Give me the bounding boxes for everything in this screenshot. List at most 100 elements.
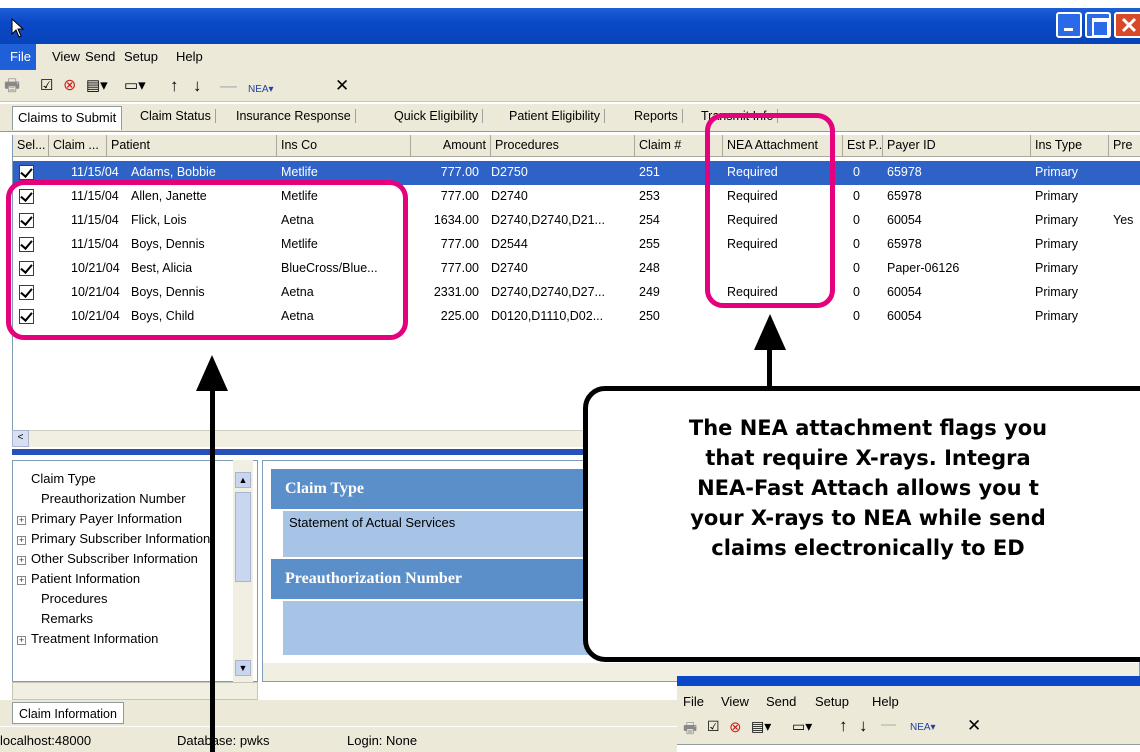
col-header[interactable]: Ins Type (1031, 135, 1109, 157)
row-checkbox[interactable] (19, 165, 34, 180)
payer-id: Paper-06126 (887, 261, 960, 275)
close-button[interactable] (1114, 12, 1140, 38)
preauth-value[interactable] (283, 601, 601, 655)
menu-view[interactable]: View (52, 49, 80, 64)
tree-horizontal-scrollbar[interactable] (12, 682, 258, 700)
menu-setup[interactable]: Setup (124, 49, 158, 64)
scroll-down-arrow-icon[interactable]: ▼ (235, 660, 251, 676)
col-header[interactable]: Pre (1109, 135, 1140, 157)
expand-icon[interactable]: + (17, 576, 26, 585)
tab-reports[interactable]: Reports (630, 109, 683, 123)
delete-icon[interactable]: ✕ (335, 76, 349, 96)
claim-number: 250 (639, 309, 660, 323)
tree-item[interactable]: Procedures (41, 591, 107, 606)
ins-type: Primary (1035, 309, 1079, 323)
highlight-claim-rows (6, 180, 408, 340)
tab-claim-information[interactable]: Claim Information (12, 702, 124, 724)
move-up-icon[interactable]: ↑ (170, 76, 179, 96)
menu-setup[interactable]: Setup (815, 694, 849, 709)
move-down-icon[interactable]: ↓ (859, 716, 868, 736)
toolbar: 🖶 ☑ ⊗ ▤▾ ▭▾ ↑ ↓ — NEA▾ ✕ (0, 70, 1140, 102)
tree-item[interactable]: Remarks (41, 611, 93, 626)
move-up-icon[interactable]: ↑ (839, 716, 848, 736)
ins-type: Primary (1035, 213, 1079, 227)
menu-help[interactable]: Help (872, 694, 899, 709)
claim-number: 249 (639, 285, 660, 299)
col-header[interactable]: Patient (107, 135, 277, 157)
menu-file[interactable]: File (0, 44, 36, 70)
move-down-icon[interactable]: ↓ (193, 76, 202, 96)
claim-number: 251 (639, 165, 660, 179)
patient-name: Adams, Bobbie (131, 165, 216, 179)
ins-type: Primary (1035, 165, 1079, 179)
menu-send[interactable]: Send (766, 694, 796, 709)
amount: 225.00 (440, 309, 479, 323)
print-icon[interactable]: 🖶 (683, 718, 697, 743)
tree-item[interactable]: Treatment Information (31, 631, 158, 646)
tab-strip: Claim Status Insurance Response Quick El… (0, 104, 1140, 132)
col-header[interactable]: Claim ... (49, 135, 107, 157)
col-header[interactable]: Est P... (843, 135, 883, 157)
amount: 777.00 (440, 189, 479, 203)
computer-icon[interactable]: ▭▾ (792, 718, 812, 735)
col-header[interactable]: Payer ID (883, 135, 1031, 157)
expand-icon[interactable]: + (17, 536, 26, 545)
amount: 777.00 (440, 261, 479, 275)
col-header[interactable]: Amount (411, 135, 491, 157)
menu-file[interactable]: File (683, 694, 704, 709)
col-header[interactable]: Procedures (491, 135, 635, 157)
menu-view[interactable]: View (721, 694, 749, 709)
ins-type: Primary (1035, 261, 1079, 275)
tab-patient-eligibility[interactable]: Patient Eligibility (505, 109, 606, 123)
minus-icon[interactable]: — (220, 76, 237, 96)
ins-type: Primary (1035, 285, 1079, 299)
scroll-up-arrow-icon[interactable]: ▲ (235, 472, 251, 488)
procedures: D2740,D2740,D27... (491, 285, 605, 299)
tree-item[interactable]: Claim Type (31, 471, 96, 486)
unselect-icon[interactable]: ⊗ (63, 76, 76, 96)
scroll-left-arrow-icon[interactable]: < (12, 430, 29, 447)
computer-icon[interactable]: ▭▾ (124, 76, 146, 96)
tab-quick-eligibility[interactable]: Quick Eligibility (390, 109, 484, 123)
send-claims-icon[interactable]: ▤▾ (86, 76, 108, 96)
tree-item[interactable]: Other Subscriber Information (31, 551, 231, 566)
procedures: D2740 (491, 261, 528, 275)
status-host: localhost:48000 (0, 733, 92, 748)
expand-icon[interactable]: + (17, 556, 26, 565)
claim-type-value[interactable]: Statement of Actual Services (283, 511, 601, 557)
tab-claim-status[interactable]: Claim Status (136, 109, 216, 123)
minus-icon[interactable]: — (881, 716, 896, 733)
select-checkbox-icon[interactable]: ☑ (40, 76, 53, 96)
tree-item[interactable]: Preauthorization Number (41, 491, 186, 506)
menu-help[interactable]: Help (176, 49, 203, 64)
tab-insurance-response[interactable]: Insurance Response (232, 109, 356, 123)
expand-icon[interactable]: + (17, 516, 26, 525)
delete-icon[interactable]: ✕ (967, 716, 981, 736)
select-checkbox-icon[interactable]: ☑ (707, 718, 720, 735)
claim-number: 248 (639, 261, 660, 275)
procedures: D0120,D1110,D02... (491, 309, 604, 323)
tree-vertical-scrollbar[interactable]: ▲ ▼ (233, 460, 253, 682)
tree-item[interactable]: Primary Subscriber Information (31, 531, 231, 546)
tree-item[interactable]: Primary Payer Information (31, 511, 231, 526)
col-header[interactable]: Sel... (13, 135, 49, 157)
menu-send[interactable]: Send (85, 49, 115, 64)
maximize-button[interactable] (1085, 12, 1111, 38)
ins-co: Metlife (281, 165, 318, 179)
claim-number: 253 (639, 189, 660, 203)
scroll-thumb[interactable] (235, 492, 251, 582)
arrow-up-icon (196, 355, 228, 391)
procedures: D2750 (491, 165, 528, 179)
minimize-button[interactable] (1056, 12, 1082, 38)
print-icon[interactable]: 🖶 (4, 76, 20, 96)
nea-icon[interactable]: NEA▾ (248, 80, 274, 100)
nea-icon[interactable]: NEA▾ (910, 722, 936, 733)
tree-item[interactable]: Patient Information (31, 571, 140, 586)
send-claims-icon[interactable]: ▤▾ (751, 718, 771, 735)
procedures: D2740 (491, 189, 528, 203)
expand-icon[interactable]: + (17, 636, 26, 645)
tab-claims-to-submit[interactable]: Claims to Submit (12, 106, 123, 130)
payer-id: 60054 (887, 285, 922, 299)
unselect-icon[interactable]: ⊗ (729, 718, 742, 736)
col-header[interactable]: Ins Co (277, 135, 411, 157)
